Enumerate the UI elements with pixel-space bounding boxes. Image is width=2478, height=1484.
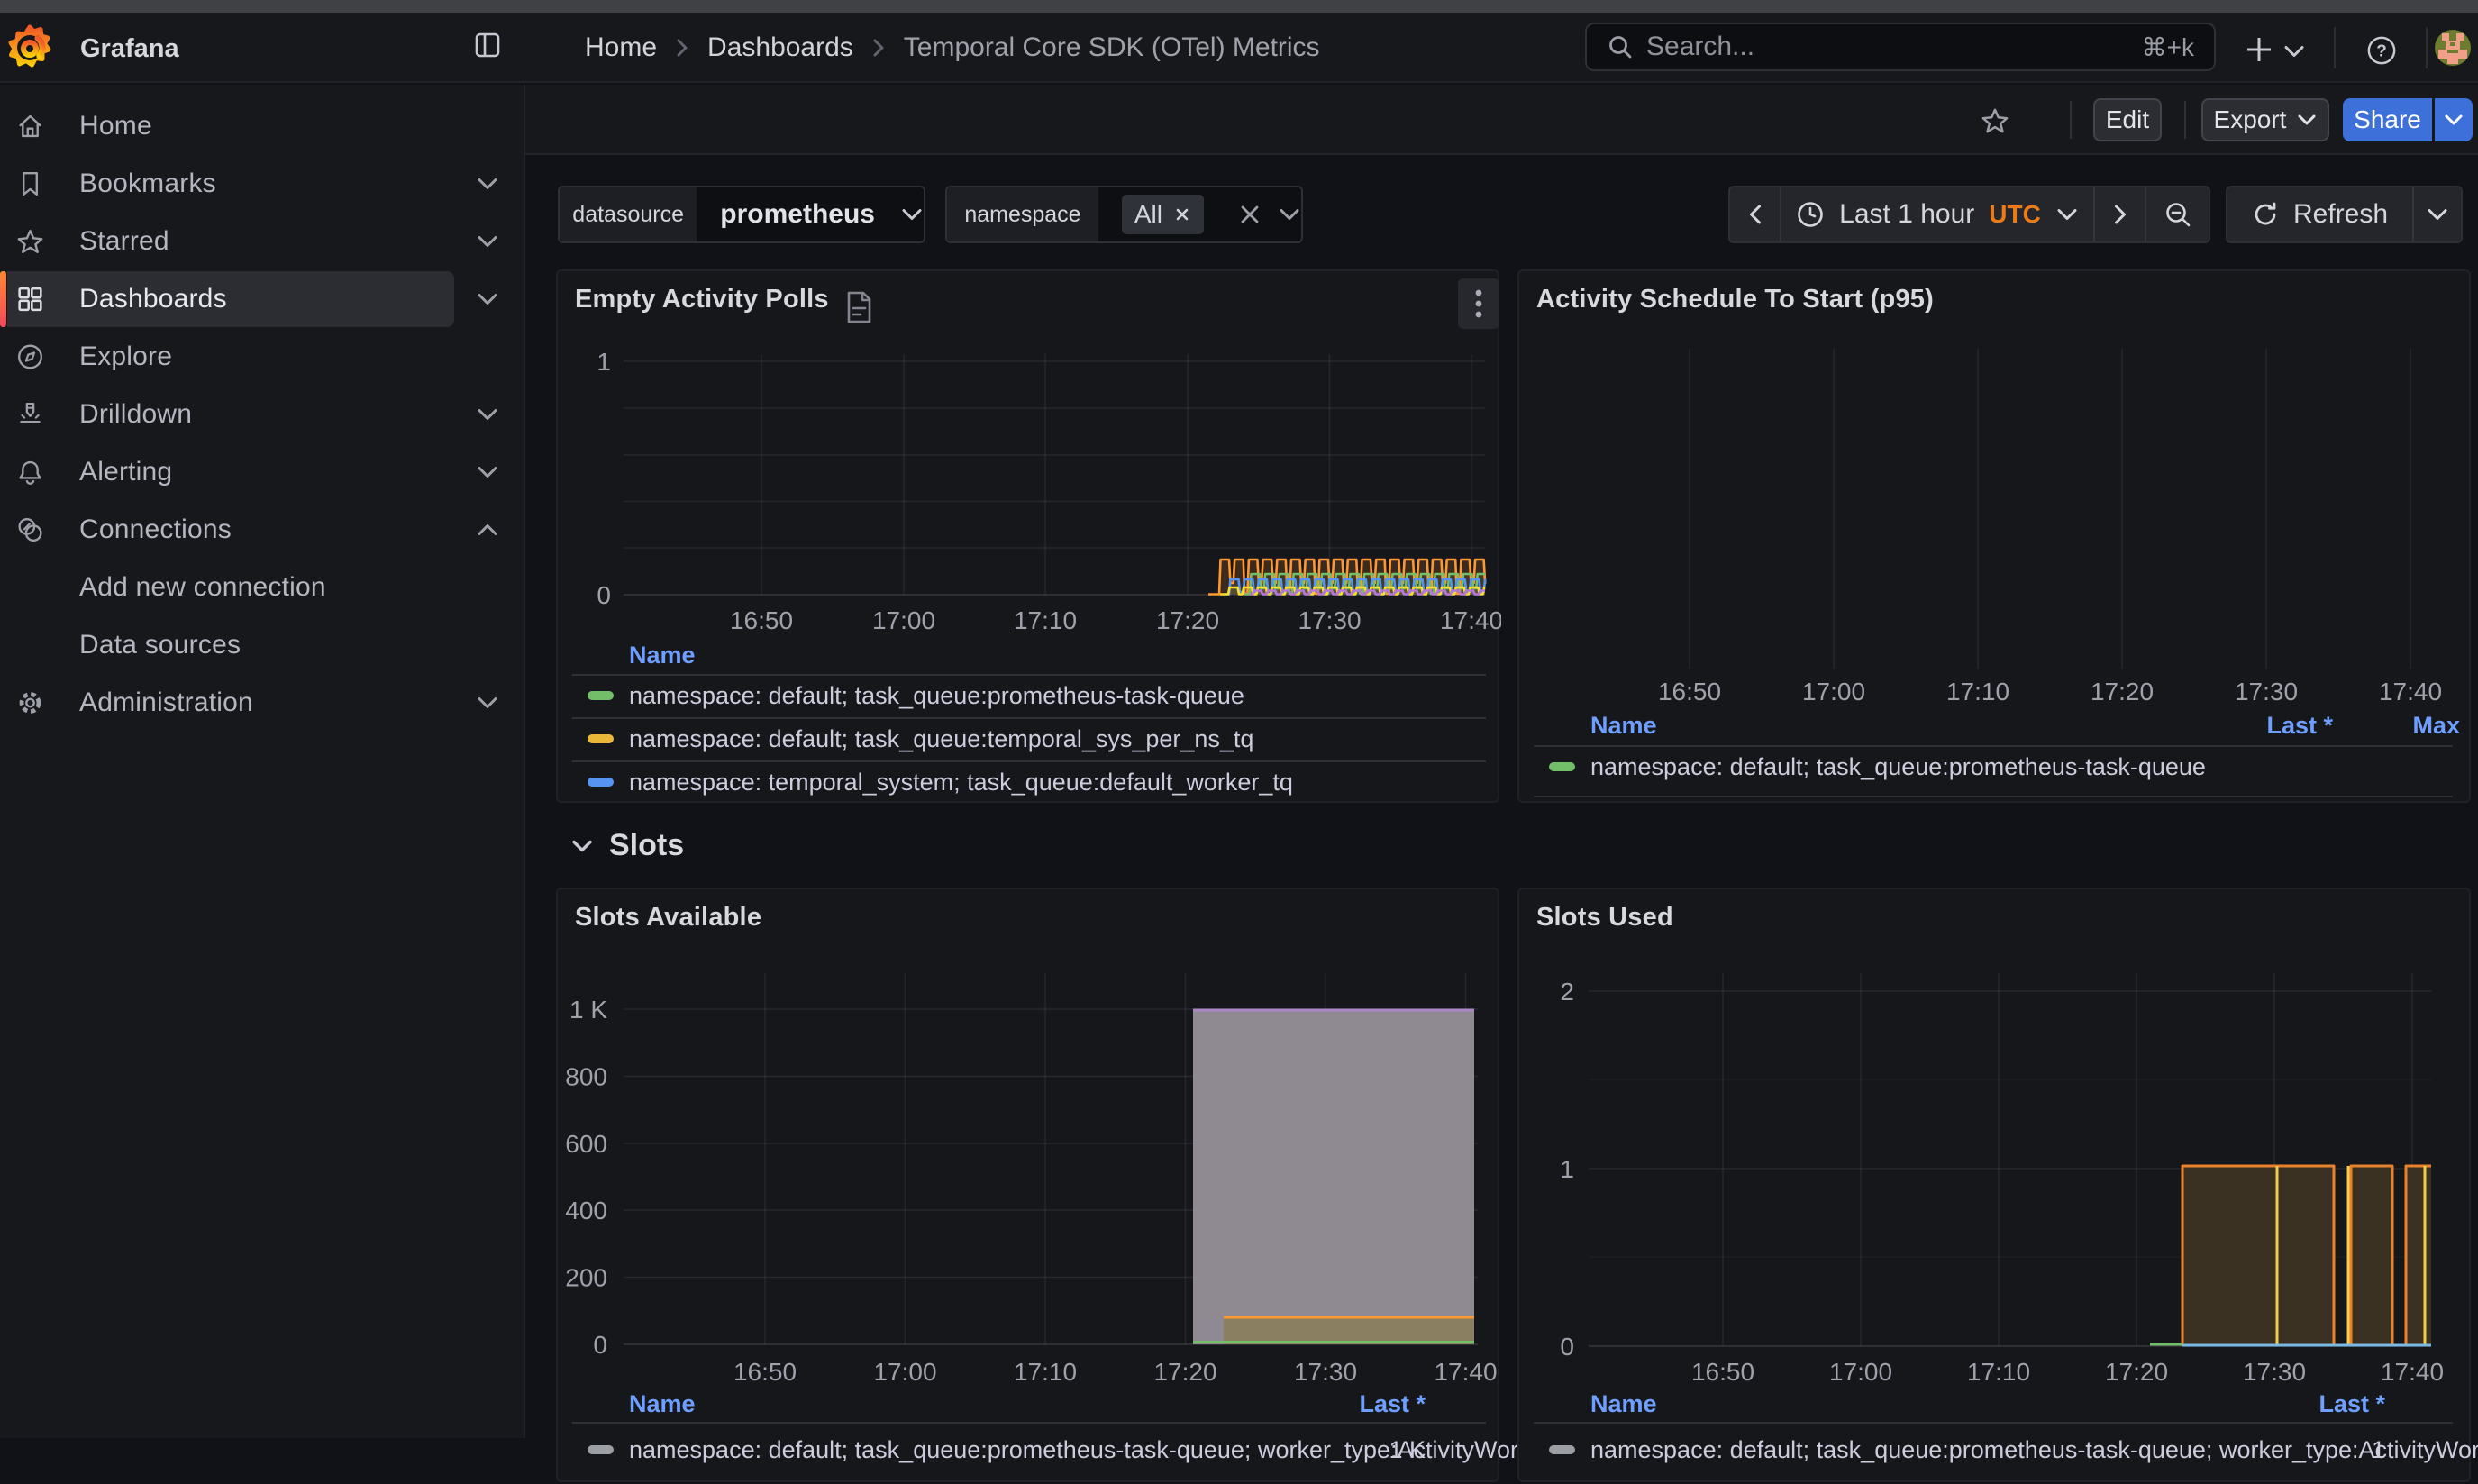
svg-text:17:10: 17:10 [1946, 678, 2009, 706]
svg-text:0: 0 [593, 1331, 607, 1359]
svg-text:17:10: 17:10 [1967, 1358, 2030, 1386]
svg-text:17:20: 17:20 [2091, 678, 2154, 706]
svg-text:200: 200 [565, 1264, 607, 1292]
svg-text:400: 400 [565, 1197, 607, 1225]
svg-text:17:30: 17:30 [1294, 1358, 1357, 1386]
svg-text:17:20: 17:20 [1156, 606, 1219, 634]
svg-text:17:40: 17:40 [1440, 606, 1501, 634]
svg-text:17:00: 17:00 [1802, 678, 1865, 706]
svg-text:600: 600 [565, 1130, 607, 1158]
svg-text:17:00: 17:00 [873, 1358, 936, 1386]
svg-text:16:50: 16:50 [1658, 678, 1721, 706]
svg-text:?: ? [2376, 42, 2387, 61]
svg-text:0: 0 [597, 581, 611, 609]
svg-text:17:00: 17:00 [1829, 1358, 1892, 1386]
svg-text:16:50: 16:50 [730, 606, 793, 634]
svg-text:1 K: 1 K [569, 996, 607, 1024]
svg-text:0: 0 [1560, 1333, 1574, 1361]
svg-text:17:30: 17:30 [2243, 1358, 2306, 1386]
svg-text:16:50: 16:50 [1691, 1358, 1754, 1386]
svg-text:17:40: 17:40 [1434, 1358, 1497, 1386]
svg-text:17:30: 17:30 [1298, 606, 1361, 634]
svg-text:17:40: 17:40 [2379, 678, 2442, 706]
svg-text:1: 1 [597, 348, 611, 376]
svg-text:17:10: 17:10 [1014, 606, 1077, 634]
svg-text:17:20: 17:20 [2105, 1358, 2168, 1386]
svg-text:17:30: 17:30 [2235, 678, 2298, 706]
svg-text:1: 1 [1560, 1155, 1574, 1183]
svg-text:17:40: 17:40 [2381, 1358, 2444, 1386]
svg-text:800: 800 [565, 1063, 607, 1091]
svg-text:17:00: 17:00 [872, 606, 935, 634]
svg-text:17:10: 17:10 [1014, 1358, 1077, 1386]
svg-text:17:20: 17:20 [1153, 1358, 1216, 1386]
svg-text:2: 2 [1560, 978, 1574, 1006]
svg-text:16:50: 16:50 [733, 1358, 797, 1386]
